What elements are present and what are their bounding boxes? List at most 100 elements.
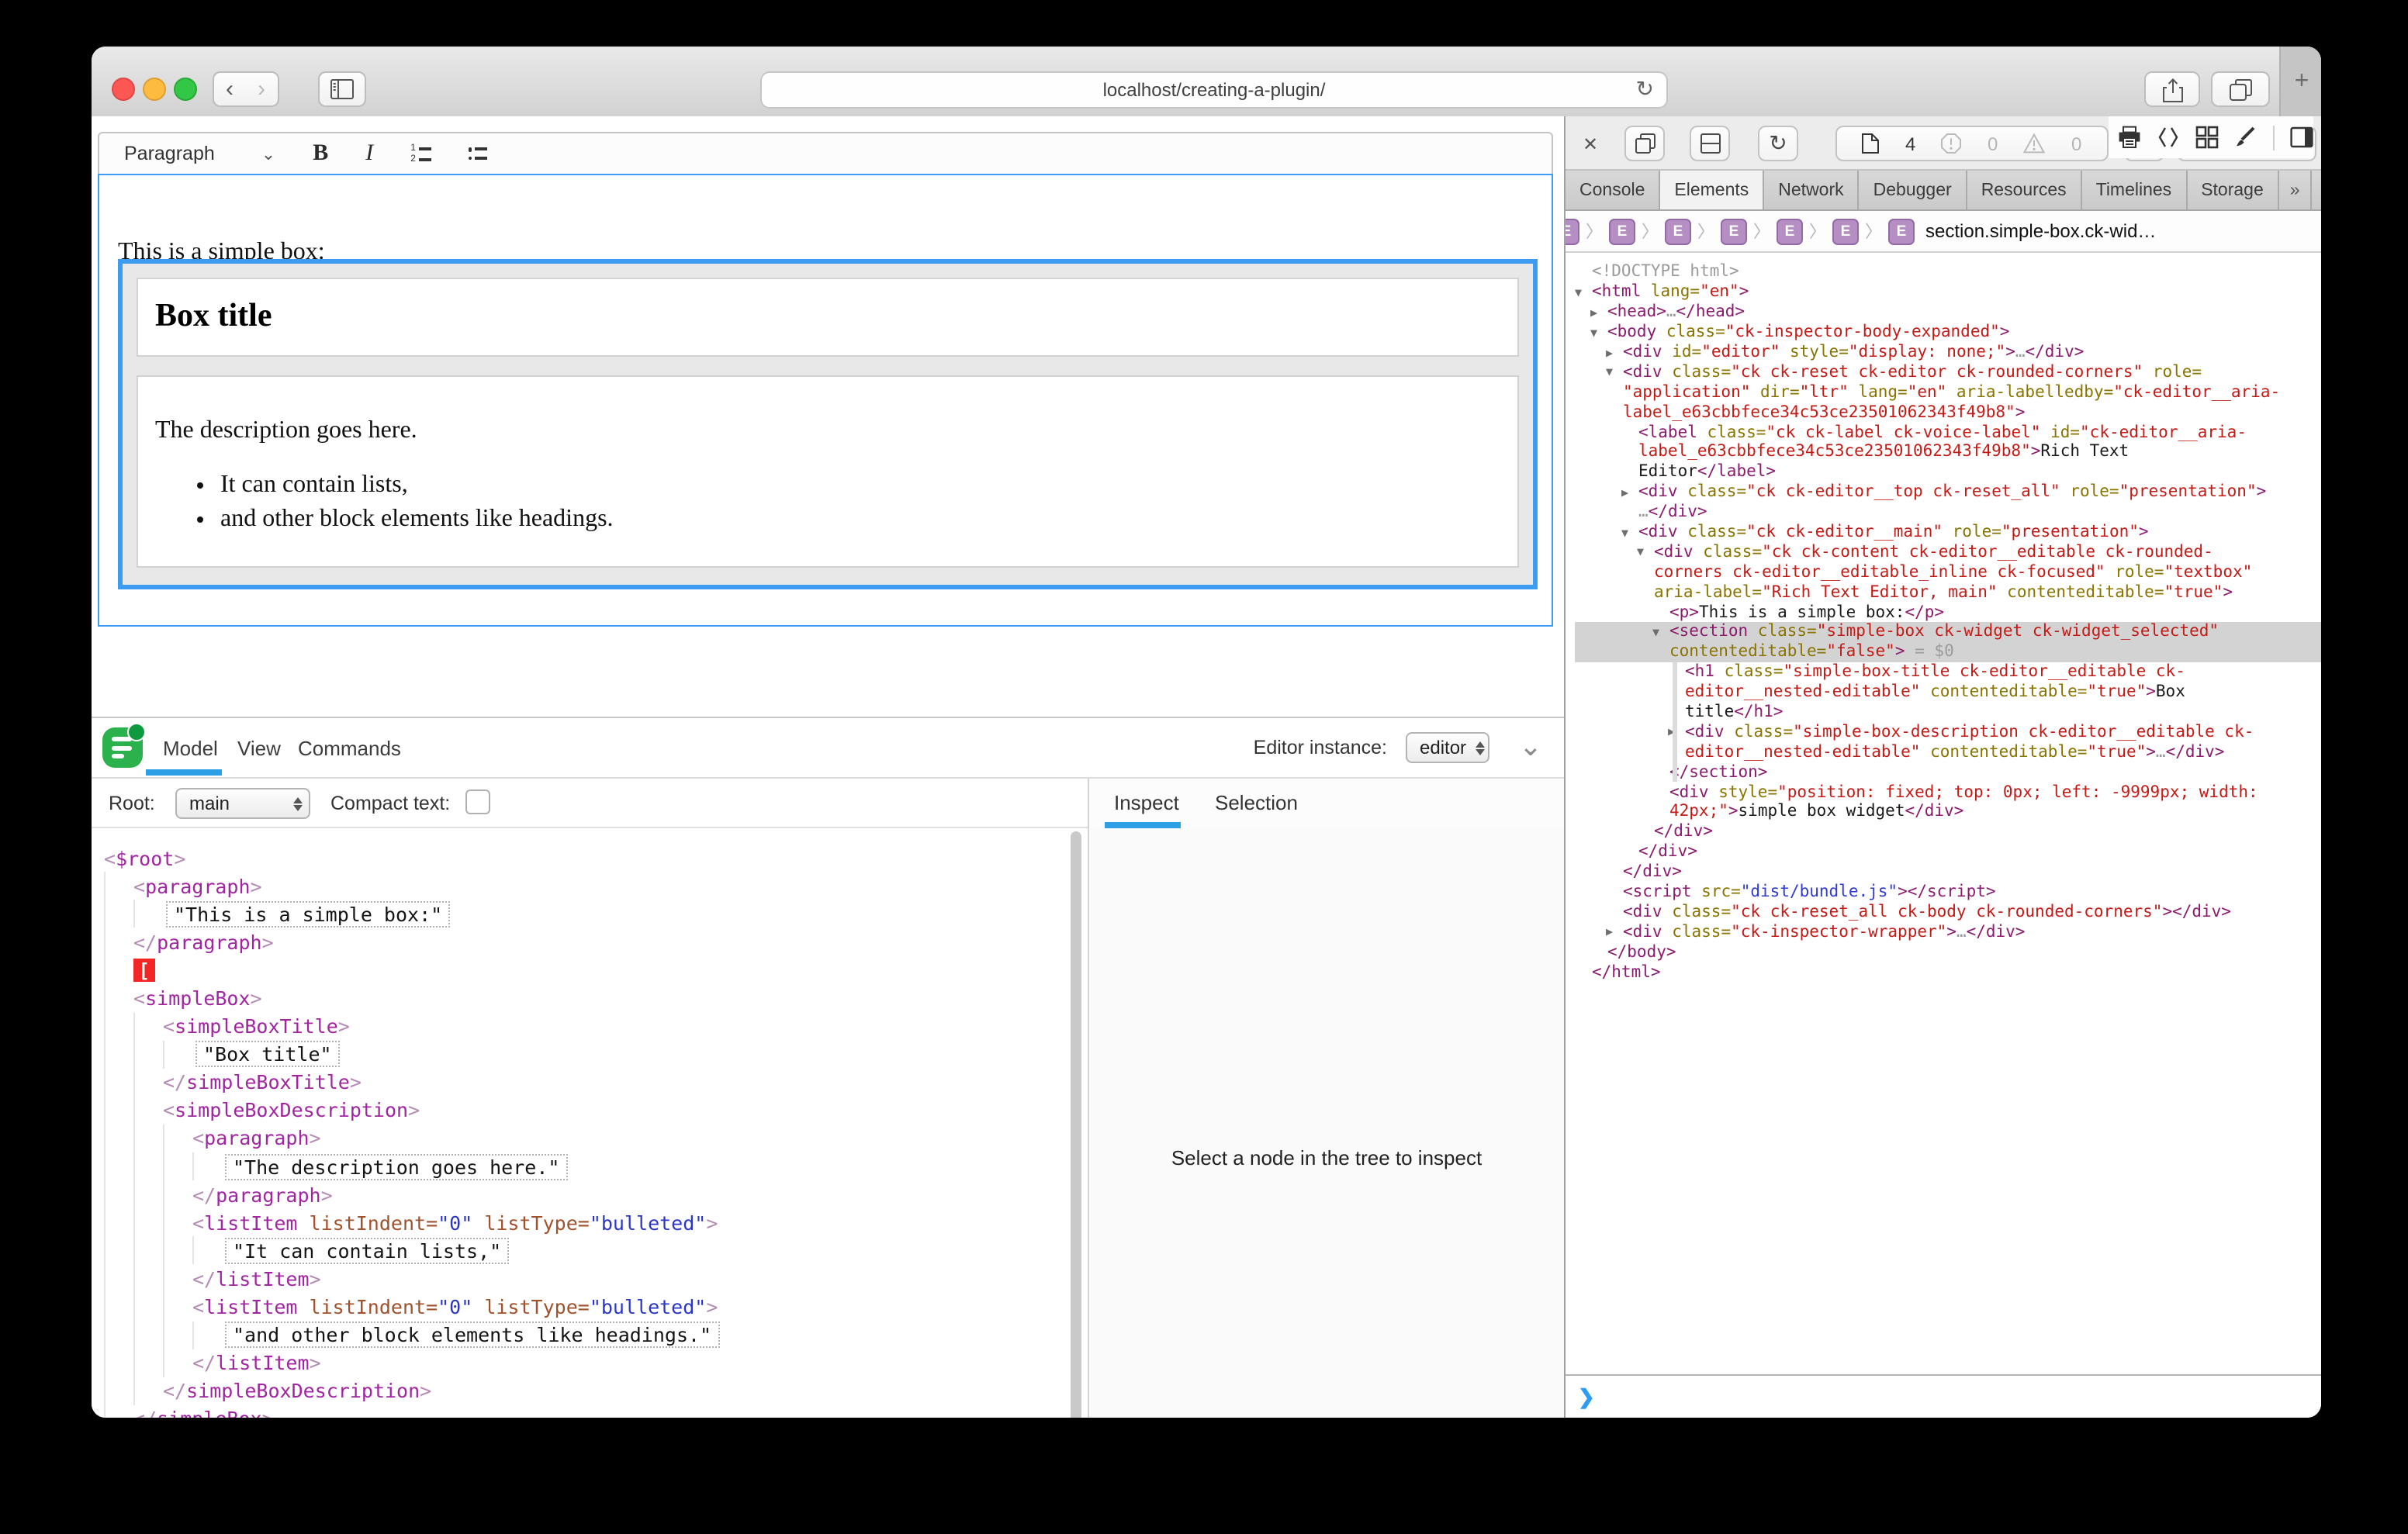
share-button[interactable] [2144, 71, 2200, 107]
code-brackets-icon[interactable] [2157, 126, 2180, 149]
model-line[interactable]: "Box title" [104, 1040, 1081, 1068]
model-line[interactable]: <$root> [104, 844, 1081, 872]
simple-box-widget[interactable]: Box title The description goes here. It … [118, 259, 1538, 589]
more-tabs-button[interactable]: » [2279, 171, 2313, 209]
code-line[interactable]: "application" dir="ltr" lang="en" aria-l… [1575, 382, 2321, 403]
disclosure-open-icon[interactable]: ▼ [1637, 545, 1654, 559]
disclosure-open-icon[interactable]: ▼ [1575, 285, 1592, 299]
disclosure-open-icon[interactable]: ▼ [1621, 525, 1638, 539]
code-line[interactable]: Editor</label> [1575, 462, 2321, 482]
model-line[interactable]: </paragraph> [104, 1180, 1081, 1208]
code-line[interactable]: ▶<div class="ck-inspector-wrapper">…</di… [1575, 922, 2321, 942]
model-line[interactable]: <paragraph> [104, 1125, 1081, 1152]
code-line[interactable]: <p>This is a simple box:</p> [1575, 602, 2321, 622]
model-line[interactable]: </paragraph> [104, 928, 1081, 956]
paragraph-dropdown[interactable]: Paragraph ⌄ [124, 143, 275, 164]
numbered-list-button[interactable]: 1 2 [410, 145, 431, 162]
list-item[interactable]: It can contain lists, [220, 470, 1517, 499]
code-line[interactable]: editor__nested-editable" contenteditable… [1575, 742, 2321, 762]
disclosure-closed-icon[interactable]: ▶ [1621, 485, 1638, 499]
code-line[interactable]: corners ck-editor__editable_inline ck-fo… [1575, 562, 2321, 582]
code-line[interactable]: ▶<head>…</head> [1575, 302, 2321, 323]
resource-issues-group[interactable]: 4 0 0 [1835, 126, 2109, 161]
disclosure-closed-icon[interactable]: ▶ [1668, 725, 1685, 739]
code-line[interactable]: ▶<div id="editor" style="display: none;"… [1575, 342, 2321, 362]
tab-selection[interactable]: Selection [1215, 791, 1298, 814]
collapse-inspector-icon[interactable]: ⌄ [1519, 731, 1542, 763]
tab-debugger[interactable]: Debugger [1860, 171, 1967, 209]
tree-scrollbar-thumb[interactable] [1071, 831, 1081, 1418]
model-line[interactable]: "It can contain lists," [104, 1237, 1081, 1265]
code-line[interactable]: title</h1> [1575, 702, 2321, 722]
address-bar[interactable]: localhost/creating-a-plugin/ ↻ [760, 71, 1668, 109]
element-badge[interactable]: E [1665, 218, 1691, 244]
tab-timelines[interactable]: Timelines [2082, 171, 2188, 209]
root-select[interactable]: main [175, 788, 310, 819]
model-line[interactable]: "The description goes here." [104, 1152, 1081, 1180]
code-line[interactable]: </div> [1575, 862, 2321, 882]
italic-button[interactable]: I [365, 140, 373, 167]
code-line[interactable]: <label class="ck ck-label ck-voice-label… [1575, 422, 2321, 442]
new-tab-button[interactable]: + [2279, 47, 2321, 116]
element-badge[interactable]: E [1888, 218, 1915, 244]
model-line[interactable]: </listItem> [104, 1265, 1081, 1293]
tab-commands[interactable]: Commands [298, 737, 401, 760]
bulleted-list-button[interactable] [469, 147, 488, 160]
code-line[interactable]: ▼<div class="ck ck-content ck-editor__ed… [1575, 542, 2321, 562]
code-line[interactable]: ▼<div class="ck ck-reset ck-editor ck-ro… [1575, 362, 2321, 382]
code-line[interactable]: …</div> [1575, 502, 2321, 522]
code-line[interactable]: label_e63cbbfece34c53ce23501062343f49b8"… [1575, 402, 2321, 422]
tab-model[interactable]: Model [163, 737, 218, 760]
code-line[interactable]: </div> [1575, 822, 2321, 842]
element-badge[interactable]: E [1566, 218, 1579, 244]
dock-side-button[interactable] [1690, 126, 1730, 161]
code-line[interactable]: ▼<html lang="en"> [1575, 282, 2321, 302]
model-line[interactable]: <listItem listIndent="0" listType="bulle… [104, 1293, 1081, 1321]
model-line[interactable]: <simpleBoxTitle> [104, 1012, 1081, 1040]
code-line[interactable]: ▼<section class="simple-box ck-widget ck… [1575, 622, 2321, 642]
compact-text-checkbox[interactable] [465, 789, 490, 814]
close-devtools-button[interactable]: ✕ [1575, 126, 1606, 161]
code-line[interactable]: <h1 class="simple-box-title ck-editor__e… [1575, 662, 2321, 682]
code-line[interactable]: aria-label="Rich Text Editor, main" cont… [1575, 582, 2321, 603]
code-line[interactable]: </section> [1575, 762, 2321, 783]
element-badge[interactable]: E [1721, 218, 1747, 244]
model-line[interactable]: <listItem listIndent="0" listType="bulle… [104, 1208, 1081, 1236]
simple-box-title[interactable]: Box title [137, 278, 1519, 357]
model-line[interactable]: </simpleBoxTitle> [104, 1069, 1081, 1097]
model-line[interactable]: "and other block elements like headings.… [104, 1321, 1081, 1349]
sidebar-toggle-button[interactable] [318, 71, 366, 107]
simple-box-description[interactable]: The description goes here. It can contai… [137, 375, 1519, 568]
code-line[interactable]: <div style="position: fixed; top: 0px; l… [1575, 782, 2321, 802]
model-line[interactable]: </simpleBox> [104, 1405, 1081, 1418]
code-line[interactable]: editor__nested-editable" contenteditable… [1575, 682, 2321, 702]
disclosure-closed-icon[interactable]: ▶ [1606, 925, 1623, 939]
disclosure-open-icon[interactable]: ▼ [1590, 325, 1607, 339]
rich-text-editable[interactable]: This is a simple box: Box title The desc… [98, 174, 1553, 627]
editor-instance-select[interactable]: editor [1406, 732, 1489, 763]
model-line[interactable]: <paragraph> [104, 872, 1081, 900]
detach-devtools-button[interactable] [1624, 126, 1665, 161]
back-button[interactable]: ‹ [213, 71, 247, 107]
tab-network[interactable]: Network [1764, 171, 1859, 209]
code-line[interactable]: <!DOCTYPE html> [1575, 262, 2321, 282]
disclosure-closed-icon[interactable]: ▶ [1606, 345, 1623, 359]
element-badge[interactable]: E [1777, 218, 1803, 244]
zoom-window-button[interactable] [174, 78, 197, 101]
tab-storage[interactable]: Storage [2187, 171, 2279, 209]
tab-overview-button[interactable] [2211, 71, 2270, 107]
code-line[interactable]: ▶<div class="simple-box-description ck-e… [1575, 722, 2321, 742]
tab-elements[interactable]: Elements [1660, 171, 1764, 209]
model-line[interactable]: </listItem> [104, 1349, 1081, 1377]
list-item[interactable]: and other block elements like headings. [220, 504, 1517, 534]
reload-icon[interactable]: ↻ [1636, 76, 1654, 102]
code-line[interactable]: ▼<div class="ck ck-editor__main" role="p… [1575, 522, 2321, 542]
paint-brush-icon[interactable] [2234, 126, 2258, 149]
details-sidebar-toggle-icon[interactable] [2290, 126, 2313, 149]
model-line[interactable]: "This is a simple box:" [104, 900, 1081, 928]
bold-button[interactable]: B [313, 140, 328, 167]
tab-resources[interactable]: Resources [1967, 171, 2082, 209]
element-badge[interactable]: E [1609, 218, 1635, 244]
element-badge[interactable]: E [1832, 218, 1859, 244]
tab-view[interactable]: View [237, 737, 281, 760]
